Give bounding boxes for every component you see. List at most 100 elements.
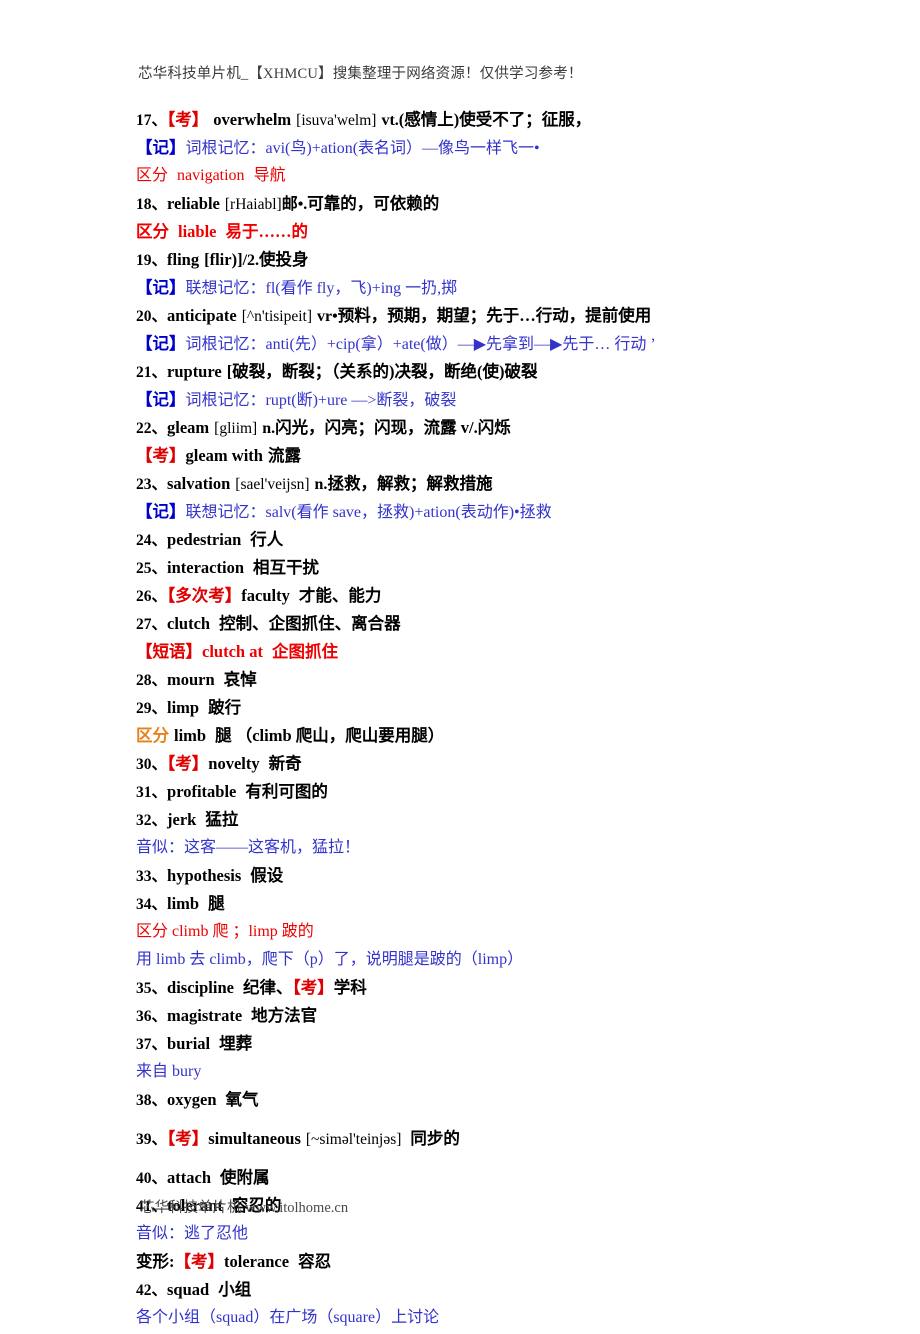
mnemonic-text: 联想记忆：fl(看作 fly，飞)+ing 一扔,掷: [185, 280, 458, 297]
headword: mourn: [167, 670, 215, 689]
note-19-mnemonic: 【记】联想记忆：fl(看作 fly，飞)+ing 一扔,掷: [136, 276, 816, 304]
mnemonic-text: 联想记忆：salv(看作 save，拯救)+ation(表动作)•拯救: [185, 504, 552, 521]
distinguish-label: 区分: [136, 726, 169, 745]
gloss: 跛行: [208, 698, 242, 717]
note-23-mnemonic: 【记】联想记忆：salv(看作 save，拯救)+ation(表动作)•拯救: [136, 500, 816, 528]
gloss: 同步的: [410, 1129, 460, 1148]
entry-number: 27、: [136, 616, 168, 633]
distinguish-gloss: 易于……的: [225, 222, 309, 241]
gloss: 行人: [250, 530, 284, 549]
entry-40: 40、attach 使附属: [136, 1166, 816, 1194]
phonetic: [gliim]: [214, 420, 258, 437]
exam-tag: 【考】: [174, 1252, 225, 1271]
gloss: 腿: [208, 894, 225, 913]
entry-26: 26、【多次考】faculty 才能、能力: [136, 584, 816, 612]
origin-text: 来自 bury: [136, 1063, 202, 1080]
entry-number: 38、: [136, 1092, 168, 1109]
headword: jerk: [167, 810, 197, 829]
gloss-after: 学科: [333, 978, 367, 997]
entry-number: 32、: [136, 812, 168, 829]
entry-number: 37、: [136, 1036, 168, 1053]
note-27-phrase: 【短语】clutch at 企图抓住: [136, 640, 816, 668]
entry-number: 22、: [136, 420, 168, 437]
phrase-gloss: 流露: [267, 446, 301, 465]
gloss: 控制、企图抓住、离合器: [219, 614, 401, 633]
part-of-speech: /2.: [242, 252, 260, 269]
note-32-soundalike: 音似：这客——这客机，猛拉！: [136, 836, 816, 864]
gloss: 闪光，闪亮；闪现，流露 v/.闪烁: [275, 418, 511, 437]
note-18-distinguish: 区分 liable 易于……的: [136, 220, 816, 248]
gloss: 可靠的，可依赖的: [307, 194, 440, 213]
exam-tag: 【多次考】: [167, 586, 242, 605]
variant-gloss: 容忍: [298, 1252, 332, 1271]
gloss: 地方法官: [251, 1006, 318, 1025]
entry-number: 19、: [136, 252, 168, 269]
gloss: 氧气: [225, 1090, 259, 1109]
gloss: 使投身: [259, 250, 309, 269]
note-34-distinguish: 区分 climb 爬 ；limp 跛的: [136, 920, 816, 948]
mnemonic-tag: 【记】: [136, 278, 186, 297]
headword: attach: [167, 1168, 212, 1187]
mnemonic-text: 各个小组（squad）在广场（square）上讨论: [136, 1309, 440, 1326]
headword: squad: [167, 1280, 210, 1299]
entry-number: 20、: [136, 308, 168, 325]
note-41-soundalike: 音似：逃了忍他: [136, 1222, 816, 1250]
headword: simultaneous: [208, 1129, 301, 1148]
entry-number: 40、: [136, 1170, 168, 1187]
phrase-gloss: 企图抓住: [271, 642, 338, 661]
headword: overwhelm: [213, 110, 292, 129]
phonetic: [sael'veijsn]: [235, 476, 310, 493]
gloss: 哀悼: [223, 670, 257, 689]
distinguish-gloss: 腿 （climb 爬山，爬山要用腿）: [215, 726, 445, 745]
entry-number: 30、: [136, 756, 168, 773]
gloss: 预料，预期，期望；先于…行动，提前使用: [337, 306, 652, 325]
exam-tag: 【考】: [167, 110, 209, 129]
distinguish-word: limb: [174, 726, 207, 745]
gloss-before: 纪律、: [242, 978, 293, 997]
exam-tag: 【考】: [167, 1129, 209, 1148]
entry-33: 33、hypothesis 假设: [136, 864, 816, 892]
entry-25: 25、interaction 相互干扰: [136, 556, 816, 584]
headword: rupture: [167, 362, 222, 381]
headword: discipline: [167, 978, 234, 997]
distinguish-word: navigation: [177, 167, 245, 184]
headword: faculty: [241, 586, 290, 605]
headword: burial: [167, 1034, 211, 1053]
note-37-origin: 来自 bury: [136, 1060, 816, 1088]
gloss: 小组: [218, 1280, 252, 1299]
entry-number: 39、: [136, 1131, 168, 1148]
entry-18: 18、reliable [rHaiabl]邮•.可靠的，可依赖的: [136, 192, 816, 220]
note-20-mnemonic: 【记】词根记忆：anti(先）+cip(拿）+ate(做）—▶先拿到—▶先于… …: [136, 332, 816, 360]
entry-number: 29、: [136, 700, 168, 717]
note-17-distinguish: 区分 navigation 导航: [136, 164, 816, 192]
entry-20: 20、anticipate [^n'tisipeit] vr•预料，预期，期望；先于…: [136, 304, 816, 332]
page-header: 芯华科技单片机_【XHMCU】搜集整理于网络资源！仅供学习参考！: [138, 66, 583, 82]
headword: interaction: [167, 558, 244, 577]
entry-number: 33、: [136, 868, 168, 885]
gloss: 拯救，解救；解救措施: [327, 474, 493, 493]
entry-21: 21、rupture [破裂，断裂；（关系的)决裂，断绝(使)破裂: [136, 360, 816, 388]
phonetic: [isuva'welm]: [296, 112, 377, 129]
gloss: 新奇: [268, 754, 302, 773]
headword: limp: [167, 698, 200, 717]
entry-31: 31、profitable 有利可图的: [136, 780, 816, 808]
entry-number: 28、: [136, 672, 168, 689]
note-34-mnemonic: 用 limb 去 climb，爬下（p）了，说明腿是跛的（limp）: [136, 948, 816, 976]
mnemonic-tag: 【记】: [136, 502, 186, 521]
gloss: 猛拉: [205, 810, 239, 829]
entry-number: 21、: [136, 364, 168, 381]
note-42-mnemonic: 各个小组（squad）在广场（square）上讨论: [136, 1306, 816, 1334]
entry-24: 24、pedestrian 行人: [136, 528, 816, 556]
vocabulary-list: 17、【考】 overwhelm [isuva'welm] vt.(感情上)使受不了；…: [136, 108, 816, 1334]
phonetic: [rHaiabl]: [224, 196, 282, 213]
gloss: 假设: [250, 866, 284, 885]
entry-32: 32、jerk 猛拉: [136, 808, 816, 836]
part-of-speech: vt.: [381, 112, 399, 129]
headword: fling: [167, 250, 200, 269]
headword: pedestrian: [167, 530, 242, 549]
distinguish-label: 区分: [136, 167, 169, 184]
headword: hypothesis: [167, 866, 242, 885]
soundalike-text: 音似：逃了忍他: [136, 1225, 249, 1242]
mnemonic-text: 词根记忆：anti(先）+cip(拿）+ate(做）—▶先拿到—▶先于… 行动 …: [185, 336, 656, 353]
phrase-tag: 【短语】: [136, 642, 202, 661]
